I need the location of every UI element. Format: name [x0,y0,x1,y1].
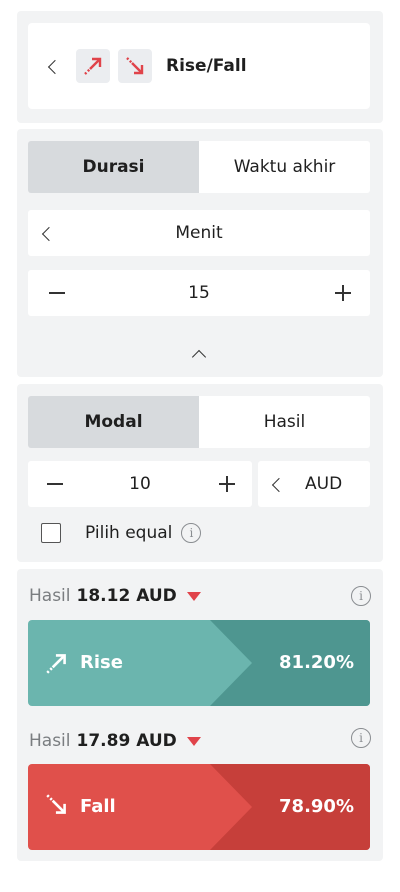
fall-payout-info: Hasil 17.89 AUD [29,731,201,751]
tab-stake[interactable]: Modal [28,396,199,448]
fall-purchase-button[interactable]: Fall 78.90% [28,764,370,850]
caret-down-icon [186,591,201,601]
duration-value[interactable]: 15 [28,283,370,303]
stake-mode-toggle: Modal Hasil [28,396,370,448]
rise-arrow-icon [46,654,66,674]
rise-arrow-icon [76,49,110,83]
trade-type-title: Rise/Fall [166,56,247,76]
info-icon[interactable]: i [181,523,202,543]
payout-prefix: Hasil [29,731,71,751]
duration-unit-select[interactable]: Menit [28,210,370,256]
duration-stepper[interactable]: 15 [28,270,370,316]
caret-down-icon [186,736,201,746]
chevron-up-icon[interactable] [191,349,207,365]
tab-end-time[interactable]: Waktu akhir [199,141,370,193]
currency-select[interactable]: AUD [258,461,370,507]
stake-amount-stepper[interactable]: 10 [28,461,252,507]
minus-icon[interactable] [47,483,63,485]
fall-label: Fall [80,796,116,817]
rise-payout-value: 18.12 AUD [76,586,177,606]
equal-option[interactable]: Pilih equal i [41,523,202,543]
rise-label: Rise [80,652,123,673]
duration-unit-value: Menit [175,223,223,243]
equal-label: Pilih equal [85,523,173,543]
equal-checkbox[interactable] [41,523,61,543]
payout-prefix: Hasil [29,586,71,606]
currency-value: AUD [305,474,343,494]
minus-icon[interactable] [49,292,65,294]
chevron-left-icon[interactable] [47,59,63,75]
fall-arrow-icon [118,49,152,83]
fall-percent: 78.90% [279,796,354,817]
rise-purchase-button[interactable]: Rise 81.20% [28,620,370,706]
trade-type-selector[interactable]: Rise/Fall [28,23,370,109]
fall-payout-value: 17.89 AUD [76,731,177,751]
tab-duration[interactable]: Durasi [28,141,199,193]
stake-panel: Modal Hasil 10 AUD Pilih equal i [17,384,383,562]
info-icon[interactable]: i [351,728,371,748]
trade-type-panel: Rise/Fall [17,11,383,123]
duration-mode-toggle: Durasi Waktu akhir [28,141,370,193]
duration-panel: Durasi Waktu akhir Menit 15 [17,129,383,377]
info-icon[interactable]: i [351,586,371,606]
chevron-left-icon[interactable] [271,477,287,493]
plus-icon[interactable] [335,285,351,301]
plus-icon[interactable] [219,476,235,492]
fall-arrow-icon [46,794,66,814]
rise-percent: 81.20% [279,652,354,673]
purchase-panel: Hasil 18.12 AUD i Rise 81.20% Hasil 17.8… [17,569,383,861]
tab-payout[interactable]: Hasil [199,396,370,448]
rise-payout-info: Hasil 18.12 AUD [29,586,201,606]
